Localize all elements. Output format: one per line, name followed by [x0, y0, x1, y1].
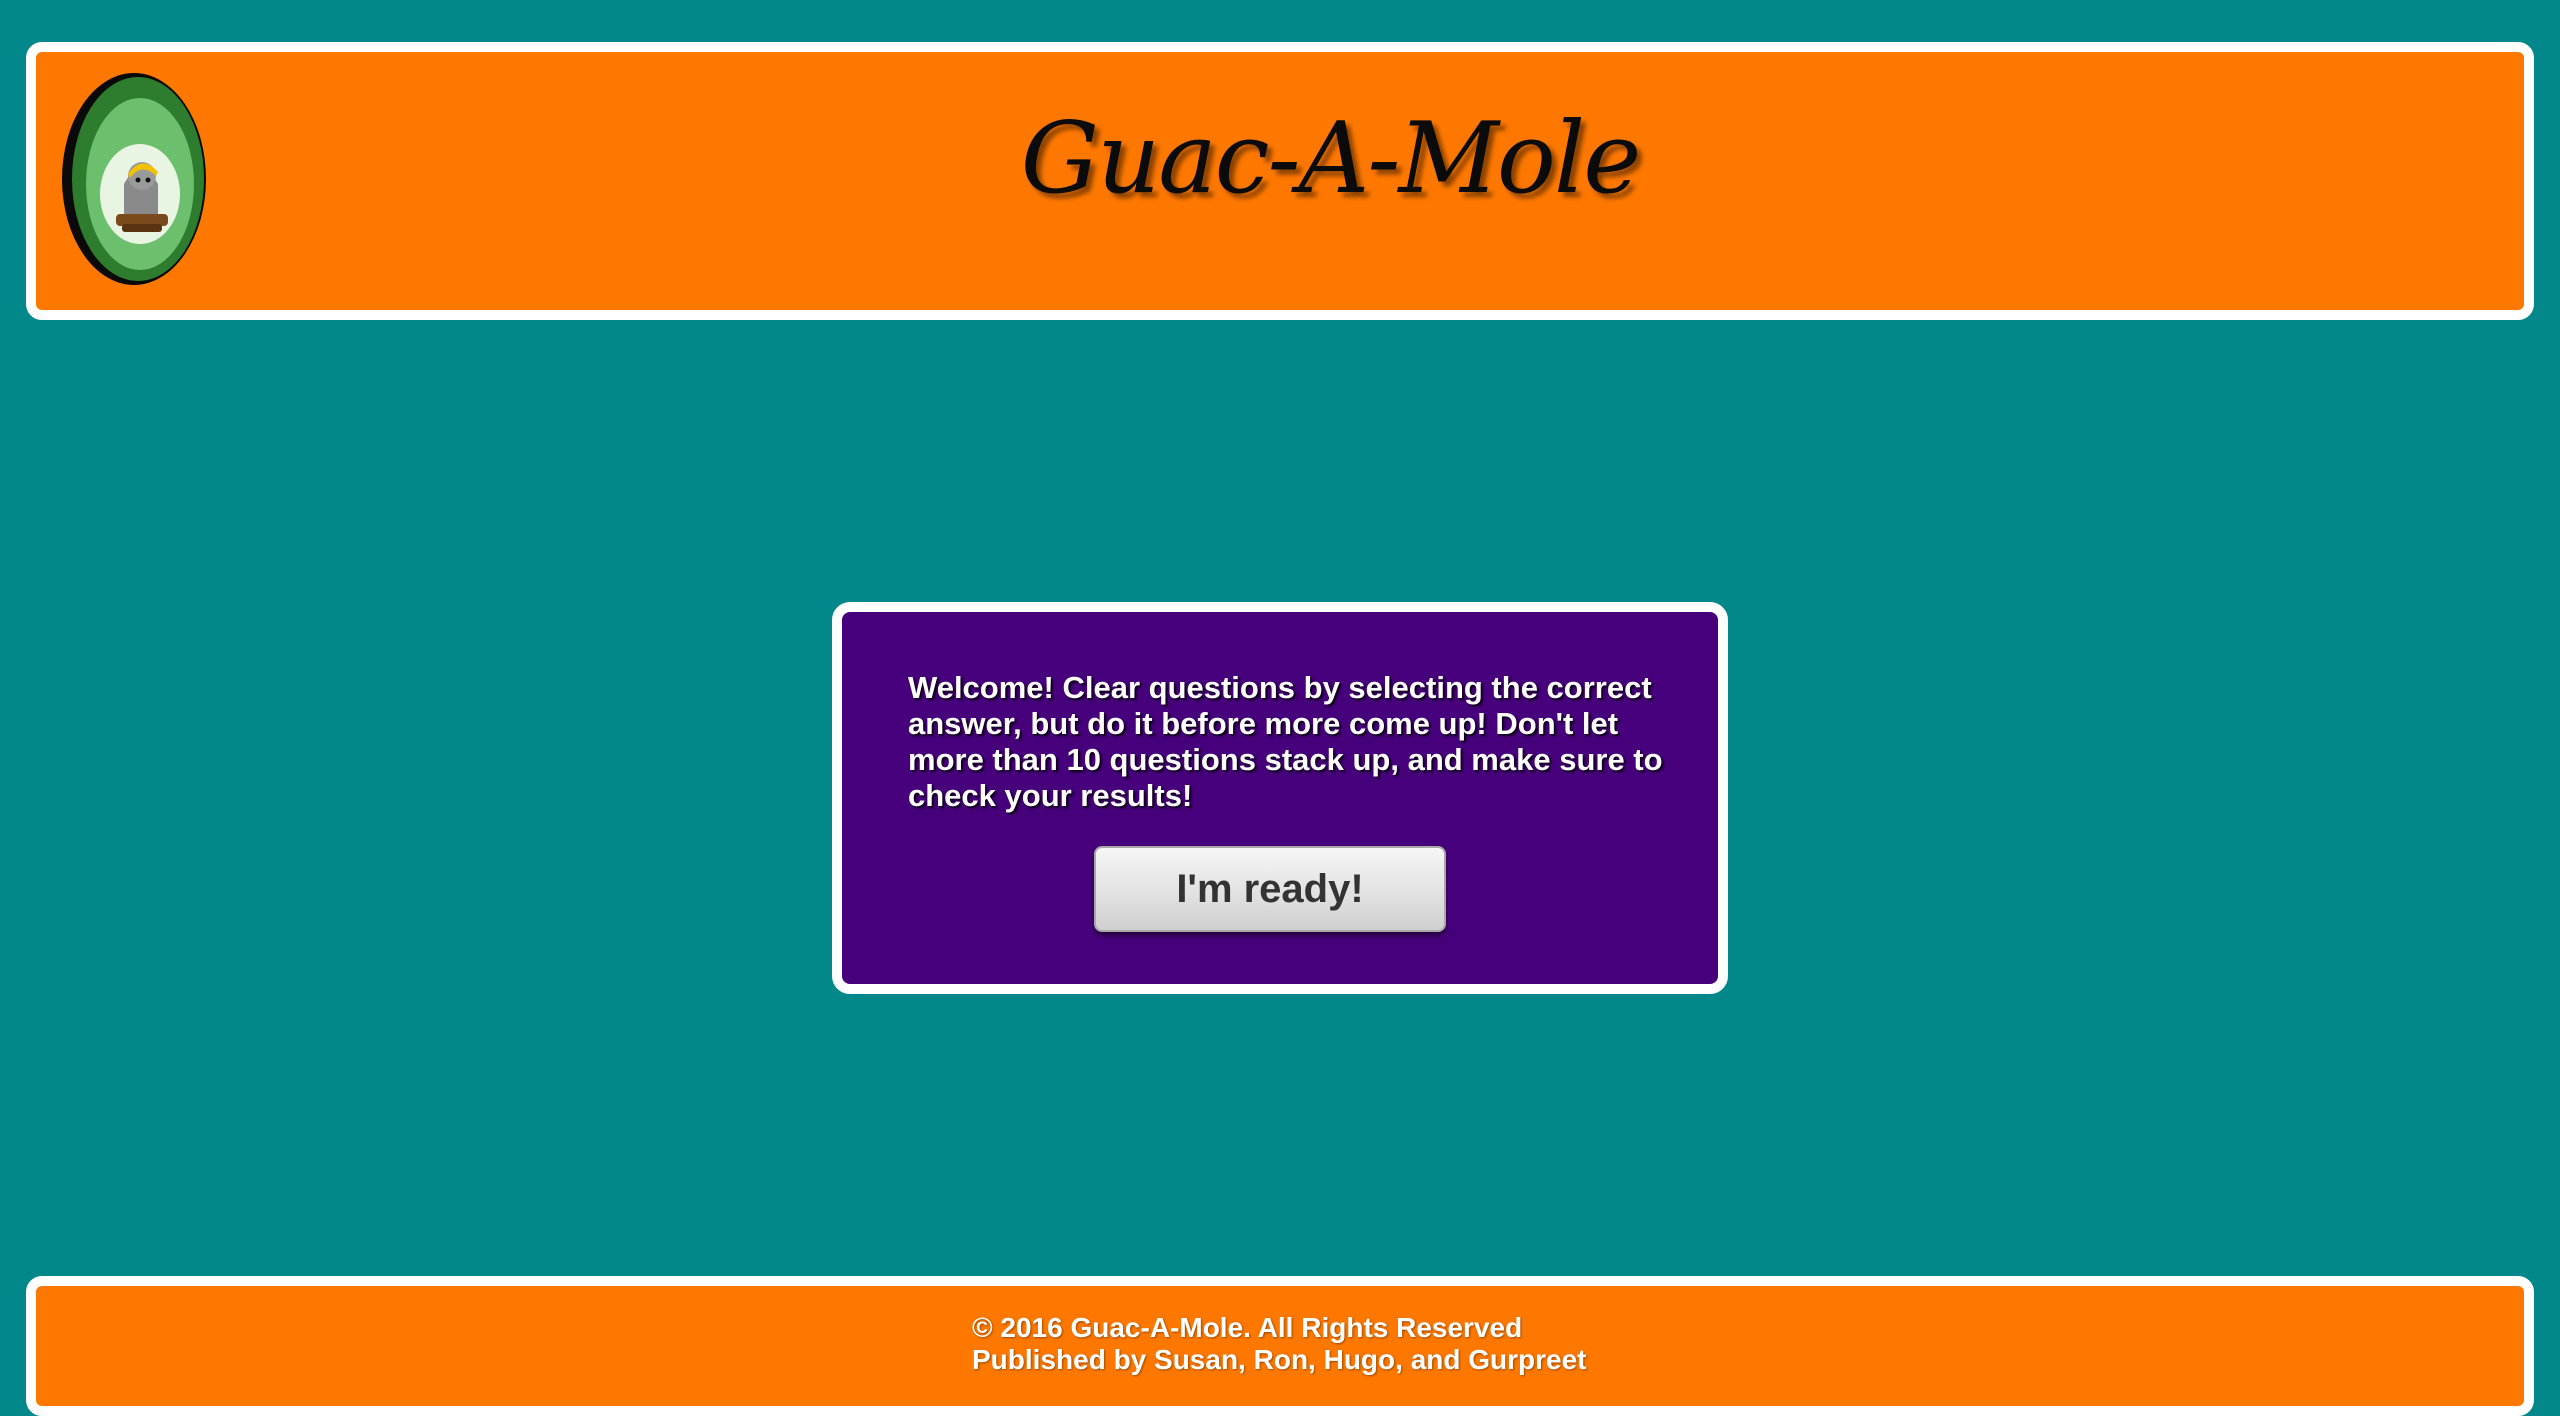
published-by-text: Published by Susan, Ron, Hugo, and Gurpr…: [972, 1344, 1587, 1375]
header-banner: Guac-A-Mole: [26, 42, 2534, 320]
footer-credits: © 2016 Guac-A-Mole. All Rights Reserved …: [972, 1312, 1587, 1376]
site-title: Guac-A-Mole: [1020, 102, 1641, 216]
welcome-panel: Welcome! Clear questions by selecting th…: [832, 602, 1728, 994]
welcome-message: Welcome! Clear questions by selecting th…: [908, 670, 1663, 813]
ready-button[interactable]: I'm ready!: [1094, 846, 1446, 932]
copyright-text: © 2016 Guac-A-Mole. All Rights Reserved: [972, 1312, 1523, 1343]
footer-banner: © 2016 Guac-A-Mole. All Rights Reserved …: [26, 1276, 2534, 1416]
